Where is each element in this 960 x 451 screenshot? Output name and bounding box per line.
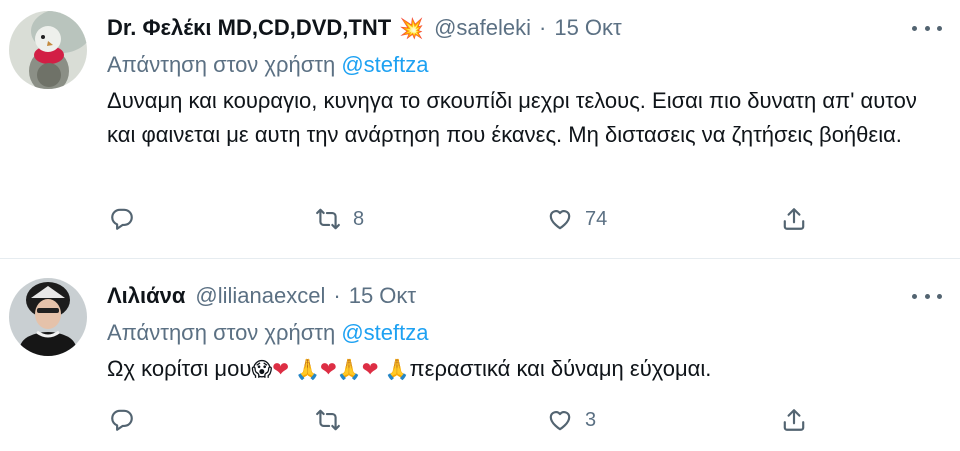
more-dots-icon[interactable] (912, 291, 942, 301)
retweet-button[interactable]: 8 (315, 206, 364, 232)
collision-emoji-icon: 💥 (399, 17, 425, 40)
author-name[interactable]: Λιλιάνα (107, 283, 185, 309)
reply-icon (111, 208, 133, 230)
tweet-text-prefix: Ωχ κορίτσι μου (107, 356, 252, 381)
retweet-icon (316, 208, 340, 230)
author-name[interactable]: Dr. Φελέκι MD,CD,DVD,TNT (107, 15, 391, 41)
screaming-face-emoji-icon: 😱 (251, 359, 273, 381)
share-button[interactable] (781, 206, 807, 232)
tweet-date[interactable]: 15 Οκτ (554, 15, 621, 41)
tweet-date[interactable]: 15 Οκτ (349, 283, 416, 309)
tweet-content: Dr. Φελέκι MD,CD,DVD,TNT 💥 @safeleki · 1… (107, 0, 944, 230)
separator: · (539, 15, 547, 40)
tweet[interactable]: Λιλιάνα @lilianaexcel · 15 Οκτ Απάντηση … (0, 259, 960, 451)
more-dots-icon[interactable] (912, 23, 942, 33)
tweet-content: Λιλιάνα @lilianaexcel · 15 Οκτ Απάντηση … (107, 259, 944, 431)
replying-prefix: Απάντηση στον χρήστη (107, 52, 336, 77)
folded-hands-emoji-icon: 🙏 (295, 359, 321, 381)
replying-to: Απάντηση στον χρήστη @steftza (107, 52, 944, 78)
mention-link[interactable]: @steftza (341, 320, 428, 345)
author-handle[interactable]: @safeleki (434, 15, 531, 41)
tweet-header: Dr. Φελέκι MD,CD,DVD,TNT 💥 @safeleki · 1… (107, 13, 944, 43)
like-count: 74 (585, 207, 608, 230)
retweet-count: 8 (353, 207, 365, 230)
avatar[interactable] (9, 278, 87, 356)
tweet-actions: 8 74 (107, 204, 944, 234)
avatar[interactable] (9, 11, 87, 89)
heart-icon (549, 411, 571, 431)
tweet[interactable]: Dr. Φελέκι MD,CD,DVD,TNT 💥 @safeleki · 1… (0, 0, 960, 259)
heart-emoji-icon: ❤ (361, 359, 379, 381)
retweet-button[interactable] (315, 407, 353, 433)
heart-icon (549, 210, 571, 230)
heart-emoji-icon: ❤ (272, 359, 289, 381)
mention-link[interactable]: @steftza (341, 52, 428, 77)
share-icon (783, 409, 805, 431)
replying-to: Απάντηση στον χρήστη @steftza (107, 320, 944, 346)
replying-prefix: Απάντηση στον χρήστη (107, 320, 336, 345)
separator: · (333, 283, 341, 308)
share-icon (783, 208, 805, 230)
tweet-text: Δυναμη και κουραγιο, κυνηγα το σκουπίδι … (107, 88, 917, 147)
reply-button[interactable] (109, 206, 135, 232)
heart-emoji-icon: ❤ (320, 359, 337, 381)
like-button[interactable]: 3 (547, 407, 596, 433)
folded-hands-emoji-icon: 🙏 (384, 359, 410, 381)
tweet-text-suffix: περαστικά και δύναμη εύχομαι. (409, 356, 712, 381)
retweet-icon (316, 409, 340, 431)
share-button[interactable] (781, 407, 807, 433)
author-handle[interactable]: @lilianaexcel (195, 283, 325, 309)
folded-hands-emoji-icon: 🙏 (336, 359, 362, 381)
reply-icon (111, 409, 133, 431)
reply-button[interactable] (109, 407, 135, 433)
tweet-header: Λιλιάνα @lilianaexcel · 15 Οκτ (107, 281, 944, 311)
like-count: 3 (585, 408, 597, 431)
like-button[interactable]: 74 (547, 206, 607, 232)
tweet-text: Ωχ κορίτσι μου😱❤ 🙏❤🙏❤ 🙏περαστικά και δύν… (107, 352, 944, 386)
tweet-actions: 3 (107, 405, 944, 435)
